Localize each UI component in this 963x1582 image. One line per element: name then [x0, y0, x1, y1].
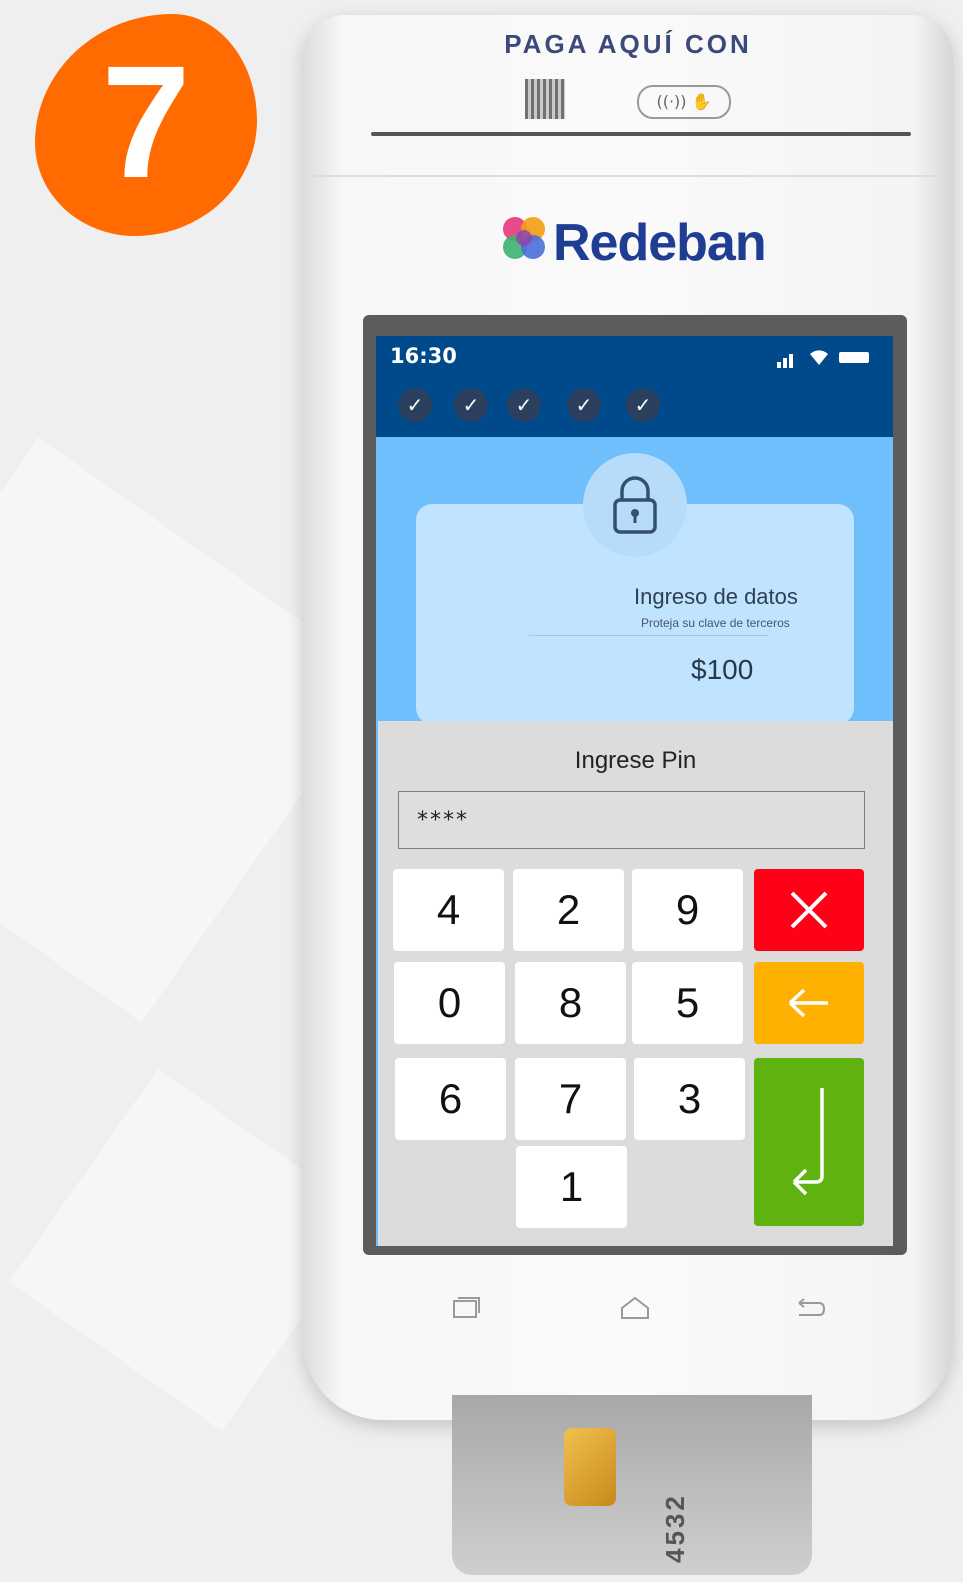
- key-6[interactable]: 6: [395, 1058, 506, 1140]
- close-icon: [790, 891, 828, 929]
- pin-input[interactable]: ****: [398, 791, 865, 849]
- qr-code-icon: [525, 79, 565, 119]
- brand-name: Redeban: [553, 214, 767, 272]
- key-8[interactable]: 8: [515, 962, 626, 1044]
- pin-title: Ingrese Pin: [574, 747, 697, 774]
- pin-panel: Ingrese Pin **** 4 2 9 0 8 5 6 7 3 1: [378, 721, 893, 1246]
- pos-terminal: PAGA AQUÍ CON ((·)) ✋ Redeban 16:30 ✓ ✓ …: [303, 15, 953, 1420]
- chip-icon: [564, 1428, 616, 1506]
- cancel-button[interactable]: [754, 869, 864, 951]
- key-3[interactable]: 3: [634, 1058, 745, 1140]
- progress-check-icon: ✓: [626, 388, 660, 422]
- progress-check-icon: ✓: [507, 388, 541, 422]
- screen: 16:30 ✓ ✓ ✓ ✓ ✓ Ingreso de datos Proteja…: [376, 336, 893, 1246]
- recent-apps-icon[interactable]: [448, 1295, 482, 1321]
- status-bar: 16:30 ✓ ✓ ✓ ✓ ✓: [376, 336, 893, 437]
- amount: $100: [691, 654, 754, 685]
- clock: 16:30: [390, 344, 457, 368]
- wifi-icon: [810, 350, 828, 365]
- home-icon[interactable]: [618, 1295, 652, 1321]
- divider: [529, 635, 769, 636]
- key-9[interactable]: 9: [632, 869, 743, 951]
- progress-check-icon: ✓: [567, 388, 601, 422]
- enter-button[interactable]: [754, 1058, 864, 1226]
- arrow-left-icon: [788, 988, 828, 1018]
- brand-logo-icon: [503, 217, 545, 259]
- enter-icon: [792, 1088, 824, 1196]
- status-icons: [777, 348, 877, 368]
- card-digits: 4532: [660, 1493, 690, 1563]
- key-2[interactable]: 2: [513, 869, 624, 951]
- progress-check-icon: ✓: [398, 388, 432, 422]
- paper-slot: [371, 132, 911, 136]
- contactless-icon: ((·)) ✋: [637, 85, 731, 119]
- step-badge: 7: [35, 14, 257, 236]
- step-number: 7: [101, 32, 191, 211]
- printer-label: PAGA AQUÍ CON: [504, 29, 752, 59]
- clear-button[interactable]: [754, 962, 864, 1044]
- key-7[interactable]: 7: [515, 1058, 626, 1140]
- key-0[interactable]: 0: [394, 962, 505, 1044]
- info-card-subtitle: Proteja su clave de terceros: [641, 616, 790, 630]
- key-1[interactable]: 1: [516, 1146, 627, 1228]
- lock-icon: [613, 476, 657, 534]
- progress-check-icon: ✓: [454, 388, 488, 422]
- payment-card: 4532: [452, 1395, 812, 1575]
- info-card-title: Ingreso de datos: [634, 584, 798, 609]
- back-icon[interactable]: [793, 1295, 827, 1321]
- divider: [311, 175, 945, 177]
- key-4[interactable]: 4: [393, 869, 504, 951]
- key-5[interactable]: 5: [632, 962, 743, 1044]
- battery-icon: [839, 352, 869, 363]
